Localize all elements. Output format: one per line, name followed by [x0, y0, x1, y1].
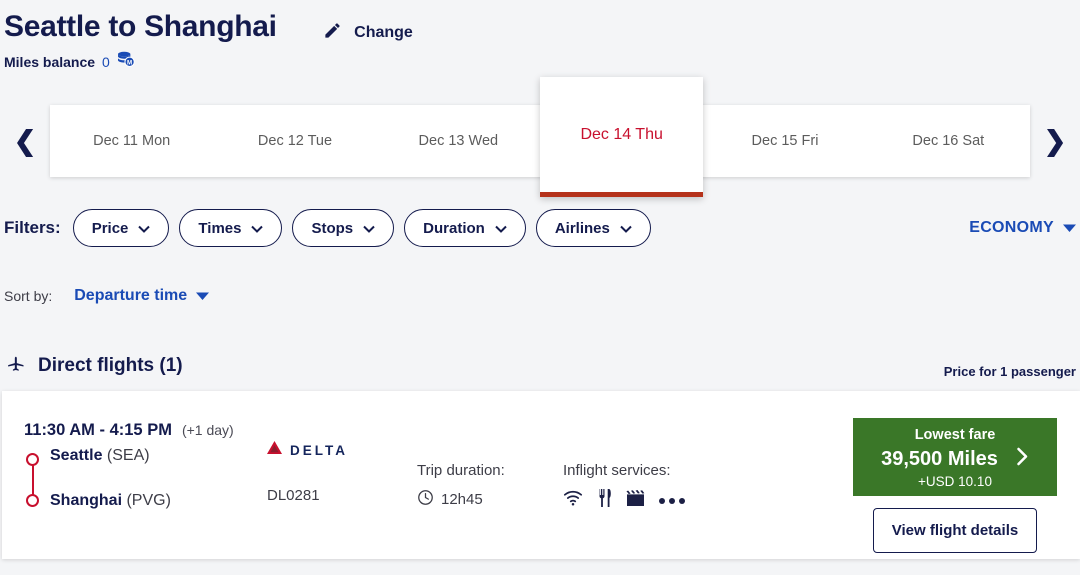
origin-dot-icon	[26, 453, 39, 466]
filter-chip-price-label: Price	[91, 219, 129, 237]
filter-chip-duration-label: Duration	[423, 219, 485, 237]
chevron-down-icon	[495, 220, 507, 237]
view-flight-details-button[interactable]: View flight details	[873, 508, 1037, 553]
filter-chip-times[interactable]: Times	[179, 209, 283, 247]
trip-duration-label: Trip duration:	[417, 462, 505, 479]
clock-icon	[417, 489, 434, 510]
chevron-right-icon[interactable]: ❯	[1030, 127, 1080, 155]
miles-balance-value: 0	[102, 54, 110, 70]
filter-chip-airlines[interactable]: Airlines	[535, 209, 651, 247]
origin-city-name: Seattle	[50, 447, 103, 464]
filter-chip-times-label: Times	[198, 219, 242, 237]
lowest-fare-button[interactable]: Lowest fare 39,500 Miles +USD 10.10	[853, 418, 1057, 496]
flight-times: 11:30 AM - 4:15 PM (+1 day)	[24, 421, 234, 440]
passenger-price-note: Price for 1 passenger	[943, 364, 1076, 379]
destination-airport-code: (PVG)	[126, 492, 171, 509]
destination-city-name: Shanghai	[50, 492, 123, 509]
chevron-right-icon	[1016, 447, 1029, 472]
pencil-icon	[323, 21, 342, 45]
filter-chip-duration[interactable]: Duration	[404, 209, 526, 247]
page-header: Seattle to Shanghai Change Miles balance…	[0, 0, 1080, 73]
date-tab-list: Dec 11 Mon Dec 12 Tue Dec 13 Wed Dec 14 …	[50, 77, 1030, 197]
trip-duration-value: 12h45	[441, 491, 483, 508]
date-tab-2[interactable]: Dec 13 Wed	[376, 105, 540, 177]
flight-number: DL0281	[267, 487, 320, 504]
results-header: Direct flights (1) Price for 1 passenger	[0, 353, 1080, 379]
flight-times-value: 11:30 AM - 4:15 PM	[24, 421, 172, 439]
filter-chip-stops[interactable]: Stops	[292, 209, 395, 247]
airline-column: DELTA DL0281	[267, 441, 348, 504]
airline-logo: DELTA	[267, 441, 348, 459]
wifi-icon	[563, 490, 583, 511]
entertainment-icon	[626, 489, 645, 512]
date-tab-3-selected[interactable]: Dec 14 Thu	[539, 77, 704, 197]
filters-label: Filters:	[4, 218, 61, 237]
origin-airport-code: (SEA)	[106, 447, 150, 464]
change-label: Change	[354, 24, 413, 41]
origin-city: Seattle (SEA)	[50, 448, 234, 464]
delta-triangle-icon	[267, 441, 282, 459]
chevron-left-icon[interactable]: ❮	[0, 127, 50, 155]
meal-icon	[597, 489, 612, 512]
inflight-services-label: Inflight services:	[563, 462, 671, 479]
miles-balance-label: Miles balance	[4, 54, 96, 70]
airline-name: DELTA	[290, 442, 348, 458]
page-title: Seattle to Shanghai	[4, 10, 277, 43]
change-search-button[interactable]: Change	[323, 21, 413, 45]
date-selector: ❮ Dec 11 Mon Dec 12 Tue Dec 13 Wed Dec 1…	[0, 77, 1080, 197]
cabin-class-value: ECONOMY	[969, 219, 1054, 236]
caret-down-icon	[196, 287, 210, 305]
chevron-down-icon	[251, 220, 264, 237]
date-tab-1[interactable]: Dec 12 Tue	[213, 105, 377, 177]
inflight-service-icons	[563, 489, 685, 512]
lowest-fare-label: Lowest fare	[914, 427, 996, 443]
sort-label: Sort by:	[4, 288, 53, 304]
sort-select[interactable]: Departure time	[74, 287, 210, 305]
miles-balance: Miles balance 0 M	[4, 51, 1080, 73]
airplane-icon	[6, 353, 26, 379]
filter-chip-airlines-label: Airlines	[554, 219, 610, 237]
destination-city: Shanghai (PVG)	[50, 493, 234, 509]
route-endpoints: Seattle (SEA) Shanghai (PVG)	[24, 448, 234, 509]
miles-coins-icon: M	[117, 51, 136, 73]
trip-duration-column: Trip duration: 12h45	[417, 462, 505, 510]
filter-chip-stops-label: Stops	[311, 219, 354, 237]
lowest-fare-price-row: 39,500 Miles	[853, 447, 1057, 472]
chevron-down-icon	[363, 220, 375, 237]
flight-route-column: 11:30 AM - 4:15 PM (+1 day) Seattle (SEA)…	[24, 421, 234, 509]
date-tab-4[interactable]: Dec 15 Fri	[703, 105, 867, 177]
direct-flights-title: Direct flights (1)	[38, 355, 183, 376]
more-icon[interactable]	[659, 497, 685, 504]
chevron-down-icon	[138, 220, 151, 237]
trip-duration-value-row: 12h45	[417, 489, 505, 510]
destination-dot-icon	[26, 494, 39, 507]
inflight-services-column: Inflight services:	[563, 462, 685, 512]
filter-chip-price[interactable]: Price	[72, 209, 170, 247]
svg-text:M: M	[127, 59, 132, 66]
caret-down-icon	[1063, 219, 1076, 237]
lowest-fare-taxes: +USD 10.10	[918, 474, 992, 489]
sort-bar: Sort by: Departure time	[0, 287, 1080, 305]
cabin-class-select[interactable]: ECONOMY	[969, 219, 1076, 237]
day-offset: (+1 day)	[181, 422, 234, 438]
lowest-fare-miles: 39,500 Miles	[881, 448, 998, 470]
direct-flights-heading: Direct flights (1)	[6, 353, 183, 379]
date-tab-0[interactable]: Dec 11 Mon	[50, 105, 214, 177]
date-tab-5[interactable]: Dec 16 Sat	[866, 105, 1030, 177]
filters-bar: Filters: Price Times Stops Duration Airl…	[0, 209, 1080, 247]
sort-value-label: Departure time	[74, 287, 188, 304]
chevron-down-icon	[620, 220, 632, 237]
